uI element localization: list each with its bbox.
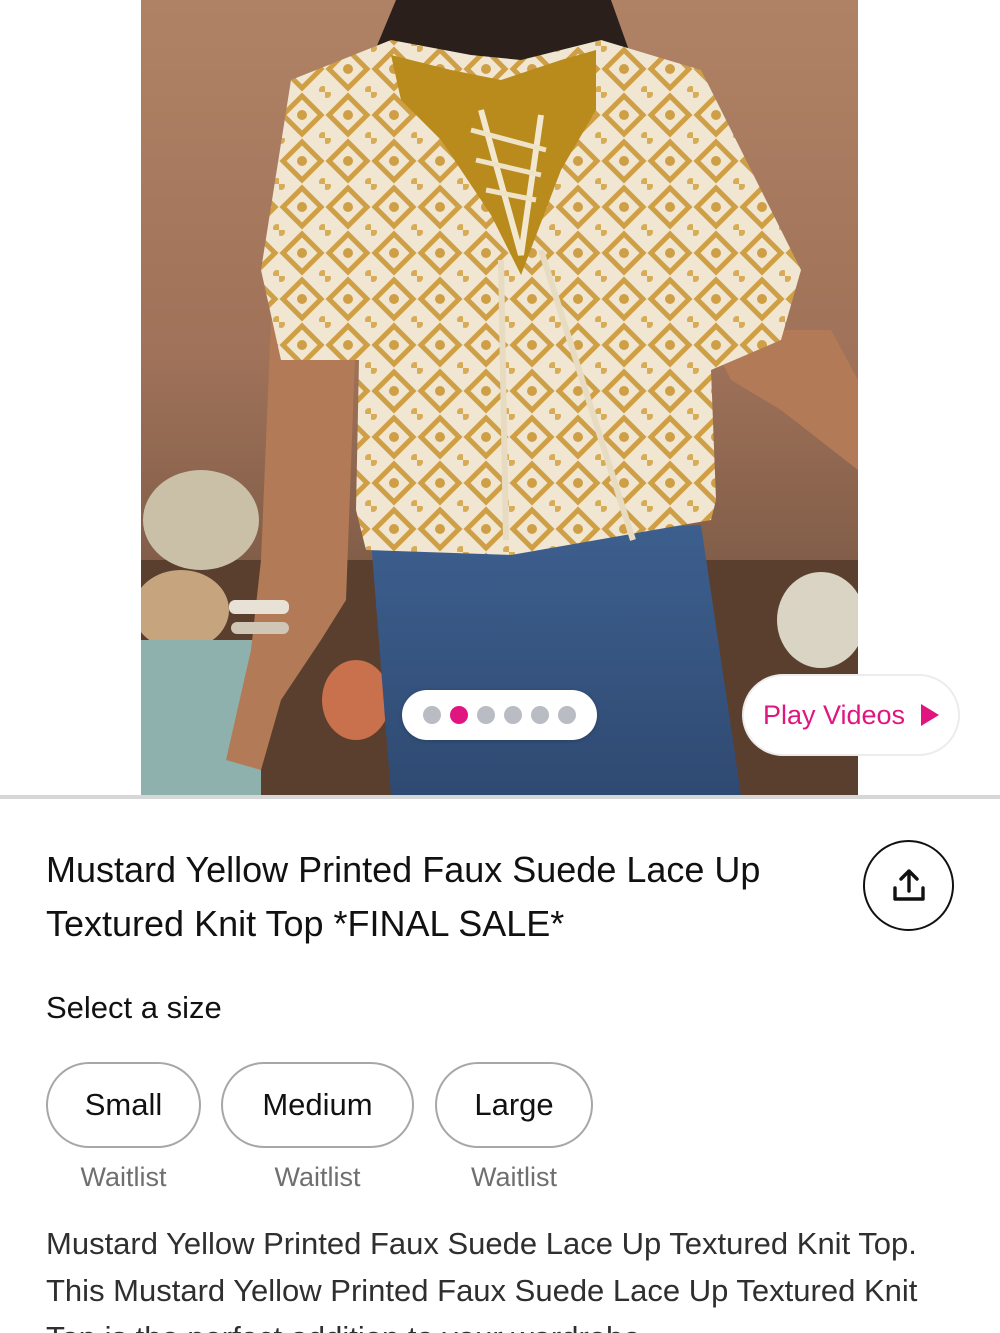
- share-button[interactable]: [863, 840, 954, 931]
- play-triangle-icon: [921, 704, 940, 726]
- pagination-dot[interactable]: [558, 706, 576, 724]
- product-photo[interactable]: [141, 0, 858, 795]
- pagination-dot-active[interactable]: [450, 706, 468, 724]
- product-title: Mustard Yellow Printed Faux Suede Lace U…: [46, 849, 761, 944]
- pagination-dot[interactable]: [477, 706, 495, 724]
- gallery-pagination-dots[interactable]: [402, 690, 597, 740]
- product-description: Mustard Yellow Printed Faux Suede Lace U…: [46, 1226, 918, 1333]
- share-upload-icon: [892, 868, 925, 901]
- section-divider: [0, 795, 1000, 799]
- play-videos-label: Play Videos: [762, 699, 906, 730]
- size-status: Waitlist: [80, 1162, 167, 1192]
- size-button-small[interactable]: Small: [46, 1062, 201, 1148]
- size-button-large[interactable]: Large: [435, 1062, 593, 1148]
- size-status: Waitlist: [471, 1162, 557, 1192]
- pagination-dot[interactable]: [531, 706, 549, 724]
- size-label: Small: [84, 1087, 163, 1122]
- size-status: Waitlist: [274, 1162, 361, 1192]
- size-option-small[interactable]: Small Waitlist: [46, 1062, 201, 1193]
- pagination-dot[interactable]: [504, 706, 522, 724]
- size-button-medium[interactable]: Medium: [221, 1062, 414, 1148]
- size-label: Large: [474, 1087, 554, 1122]
- size-option-medium[interactable]: Medium Waitlist: [221, 1062, 414, 1193]
- product-page: Play Videos Mustard Yellow Printed Faux …: [0, 0, 1000, 1333]
- play-videos-button[interactable]: Play Videos: [742, 674, 960, 756]
- size-label: Medium: [262, 1087, 373, 1122]
- size-option-large[interactable]: Large Waitlist: [435, 1062, 593, 1193]
- pagination-dot[interactable]: [423, 706, 441, 724]
- select-size-label: Select a size: [46, 990, 222, 1025]
- product-image-gallery[interactable]: Play Videos: [0, 0, 1000, 795]
